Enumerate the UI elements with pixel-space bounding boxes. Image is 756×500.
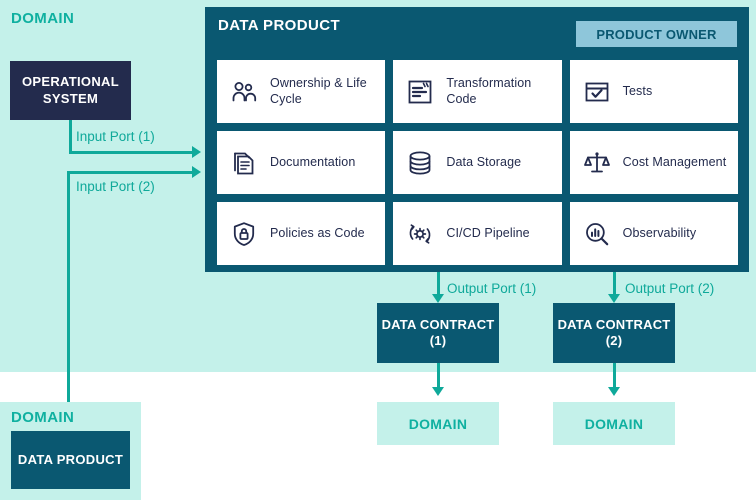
data-product-title: DATA PRODUCT — [218, 17, 341, 34]
contract-2-to-domain-line — [613, 363, 616, 389]
output-port-1-label: Output Port (1) — [447, 281, 537, 296]
card-transformation-code[interactable]: Transformation Code — [393, 60, 562, 123]
consumer-domain-2-box: DOMAIN — [553, 402, 675, 445]
domain-top-label: DOMAIN — [11, 10, 75, 27]
card-label: Policies as Code — [270, 225, 365, 240]
checklist-icon — [582, 77, 612, 107]
card-cost-management[interactable]: Cost Management — [569, 131, 738, 194]
magnifier-chart-icon — [582, 219, 612, 249]
card-cicd-pipeline[interactable]: CI/CD Pipeline — [393, 202, 562, 265]
shield-lock-icon — [229, 219, 259, 249]
bottom-data-product-box: DATA PRODUCT — [11, 431, 130, 489]
input-port-2-line-vertical — [67, 171, 70, 431]
card-label: Transformation Code — [446, 76, 532, 106]
card-label: CI/CD Pipeline — [446, 225, 530, 240]
card-policies-as-code[interactable]: Policies as Code — [217, 202, 386, 265]
data-contract-1-box: DATA CONTRACT (1) — [377, 303, 499, 363]
database-icon — [405, 148, 435, 178]
card-label: Cost Management — [622, 154, 727, 169]
diagram-canvas: DOMAIN OPERATIONAL SYSTEM Input Port (1)… — [0, 0, 756, 500]
domain-bottom-label: DOMAIN — [11, 409, 75, 426]
output-port-2-label: Output Port (2) — [625, 281, 715, 296]
output-port-1-line — [437, 272, 440, 296]
card-documentation[interactable]: Documentation — [217, 131, 386, 194]
people-icon — [229, 77, 259, 107]
input-port-2-label: Input Port (2) — [76, 179, 155, 194]
card-label: Documentation — [270, 154, 356, 169]
documents-icon — [229, 148, 259, 178]
input-port-1-line-horizontal — [69, 151, 193, 154]
card-data-storage[interactable]: Data Storage — [393, 131, 562, 194]
gear-cycle-icon — [405, 219, 435, 249]
code-document-icon — [405, 77, 435, 107]
contract-2-to-domain-arrow — [608, 387, 620, 396]
card-label: Data Storage — [446, 154, 522, 169]
input-port-1-arrow — [192, 146, 201, 158]
output-port-2-line — [613, 272, 616, 296]
card-observability[interactable]: Observability — [569, 202, 738, 265]
card-label: Ownership & Life Cycle — [270, 76, 367, 106]
balance-scale-icon — [582, 148, 612, 178]
output-port-1-arrow — [432, 294, 444, 303]
card-label: Tests — [622, 83, 653, 98]
operational-system-box: OPERATIONAL SYSTEM — [10, 61, 131, 120]
product-owner-badge: PRODUCT OWNER — [576, 21, 737, 47]
input-port-2-arrow — [192, 166, 201, 178]
card-tests[interactable]: Tests — [569, 60, 738, 123]
card-label: Observability — [622, 225, 697, 240]
contract-1-to-domain-line — [437, 363, 440, 389]
data-contract-2-box: DATA CONTRACT (2) — [553, 303, 675, 363]
input-port-2-line-horizontal — [67, 171, 193, 174]
consumer-domain-1-box: DOMAIN — [377, 402, 499, 445]
output-port-2-arrow — [608, 294, 620, 303]
input-port-1-label: Input Port (1) — [76, 129, 155, 144]
input-port-1-line-vertical — [69, 120, 72, 154]
card-ownership-life-cycle[interactable]: Ownership & Life Cycle — [217, 60, 386, 123]
contract-1-to-domain-arrow — [432, 387, 444, 396]
data-product-capability-grid: Ownership & Life Cycle Transformation Co… — [217, 60, 738, 265]
